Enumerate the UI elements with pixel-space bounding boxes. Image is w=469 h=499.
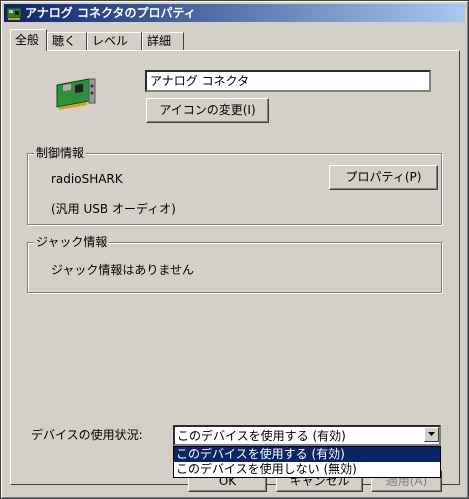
- controller-device-name: radioSHARK: [51, 172, 123, 186]
- device-usage-selected: このデバイスを使用する (有効): [177, 429, 346, 443]
- jack-info-text: ジャック情報はありません: [51, 263, 195, 277]
- tab-listen[interactable]: 聴く: [47, 32, 87, 50]
- tab-levels-label: レベル: [92, 34, 129, 48]
- device-name-value: アナログ コネクタ: [150, 74, 250, 88]
- window-title: アナログ コネクタのプロパティ: [25, 6, 196, 20]
- change-icon-button[interactable]: アイコンの変更(I): [146, 98, 269, 123]
- tab-general-label: 全般: [15, 33, 40, 47]
- device-usage-select[interactable]: このデバイスを使用する (有効): [173, 425, 441, 446]
- sound-device-icon: [6, 7, 22, 20]
- dropdown-option-enable[interactable]: このデバイスを使用する (有効): [174, 447, 440, 462]
- tab-general[interactable]: 全般: [10, 29, 47, 51]
- title-bar[interactable]: アナログ コネクタのプロパティ: [4, 4, 465, 22]
- controller-device-type: (汎用 USB オーディオ): [51, 202, 176, 216]
- dropdown-arrow-button[interactable]: [424, 427, 439, 442]
- sound-card-icon: [56, 78, 96, 110]
- dropdown-option-disable[interactable]: このデバイスを使用しない (無効): [174, 462, 440, 477]
- controller-properties-button-label: プロパティ(P): [345, 170, 422, 184]
- tab-listen-label: 聴く: [52, 34, 77, 48]
- chevron-down-icon: [428, 432, 435, 436]
- device-name-input[interactable]: アナログ コネクタ: [145, 70, 431, 92]
- properties-window: アナログ コネクタのプロパティ 全般 聴く レベル 詳細 アナログ コネクタ ア…: [0, 0, 469, 499]
- jack-info-title: ジャック情報: [34, 235, 110, 249]
- tab-advanced[interactable]: 詳細: [142, 32, 184, 50]
- device-usage-label: デバイスの使用状況:: [31, 428, 143, 442]
- device-usage-dropdown-list: このデバイスを使用する (有効) このデバイスを使用しない (無効): [173, 446, 441, 478]
- tab-levels[interactable]: レベル: [87, 32, 142, 50]
- controller-info-title: 制御情報: [34, 146, 87, 160]
- controller-properties-button[interactable]: プロパティ(P): [329, 165, 438, 190]
- change-icon-button-label: アイコンの変更(I): [159, 103, 256, 117]
- tab-advanced-label: 詳細: [147, 34, 172, 48]
